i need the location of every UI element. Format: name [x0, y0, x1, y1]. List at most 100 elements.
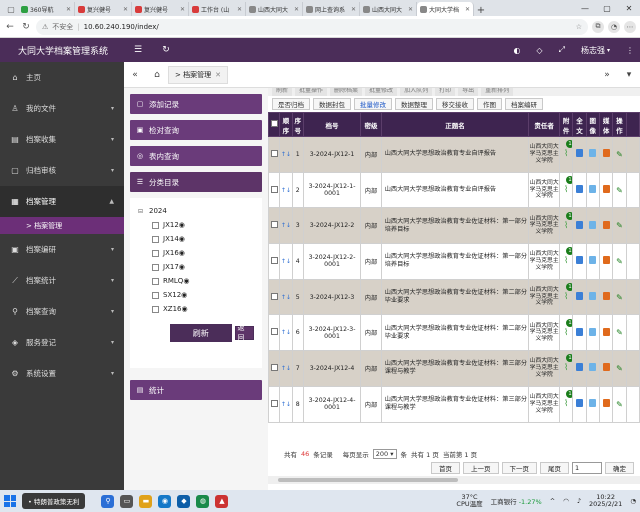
col-title[interactable]: 正题名 [380, 112, 530, 137]
edit-row-icon[interactable]: ✎ [612, 385, 627, 423]
sidebar-item[interactable]: ▢ 归档审核 ▾ [0, 155, 124, 186]
browser-tab[interactable]: 工作台 (山 ✕ [189, 2, 246, 16]
attachment-icon[interactable]: ⌇ 1 [559, 278, 574, 316]
close-tab-icon[interactable]: ✕ [123, 6, 128, 13]
image-icon[interactable] [585, 350, 600, 387]
tree-item[interactable]: XZ16◉ [138, 302, 254, 316]
sort-arrows-icon[interactable]: ↑↓ [279, 278, 293, 316]
attachment-icon[interactable]: ⌇ 1 [559, 385, 574, 423]
tree-checkbox[interactable] [152, 235, 159, 243]
collapse-icon[interactable]: ⊟ [138, 208, 145, 215]
browser-tab[interactable]: 复兴健号 ✕ [132, 2, 189, 16]
image-icon[interactable] [585, 385, 600, 423]
toolbar-button[interactable]: 数据整理 [395, 98, 433, 110]
image-icon[interactable] [585, 136, 600, 173]
toolbar-button[interactable]: 是否归档 [272, 98, 310, 110]
user-menu[interactable]: 杨志强 ▾ [581, 45, 610, 56]
col-code[interactable]: 档号 [302, 112, 362, 137]
sort-arrows-icon[interactable]: ↑↓ [279, 385, 293, 423]
row-checkbox[interactable] [267, 278, 281, 316]
select-all-checkbox[interactable] [267, 112, 281, 137]
clock[interactable]: 10:22 2025/2/21 [589, 494, 622, 508]
back-icon[interactable]: ← [4, 22, 16, 32]
tree-checkbox[interactable] [152, 305, 159, 313]
fulltext-icon[interactable] [572, 136, 587, 173]
fullscreen-icon[interactable]: ⤢ [559, 45, 565, 55]
toolbar-top-button[interactable]: 批量修改 [365, 88, 398, 96]
search-app-icon[interactable]: ⚲ [101, 494, 115, 508]
edit-row-icon[interactable]: ✎ [612, 350, 627, 387]
tree-checkbox[interactable] [152, 291, 159, 299]
page-number-input[interactable]: 1 [572, 462, 602, 474]
table-row[interactable]: ↑↓ 3 3-2024-JX12-2 内部 山西大同大学思想政治教育专业佐证材料：第一部… [267, 207, 640, 245]
extension-icon[interactable]: ⧉ [592, 20, 604, 33]
bookmark-star-icon[interactable]: ☆ [576, 23, 582, 31]
tab-list-icon[interactable]: ▢ [4, 2, 18, 16]
sidebar-item[interactable]: ▤ 档案收集 ▾ [0, 124, 124, 155]
fulltext-icon[interactable] [572, 171, 587, 209]
fulltext-icon[interactable] [572, 350, 587, 387]
attachment-icon[interactable]: ⌇ 1 [559, 314, 574, 352]
col-order[interactable]: 顺序 [279, 112, 293, 137]
edit-row-icon[interactable]: ✎ [612, 314, 627, 352]
browser-tab[interactable]: 大同大学档 ✕ [417, 2, 474, 16]
tabs-menu-icon[interactable]: ▾ [618, 70, 640, 80]
attachment-icon[interactable]: ⌇ 1 [559, 171, 574, 209]
fulltext-icon[interactable] [572, 207, 587, 245]
sidebar-item[interactable]: ♙ 我的文件 ▾ [0, 93, 124, 124]
wechat-icon[interactable]: ◍ [196, 494, 210, 508]
tabs-right-icon[interactable]: » [596, 70, 618, 80]
table-row[interactable]: ↑↓ 4 3-2024-JX12-2-0001 内部 山西大同大学思想政治教育专业佐证材… [267, 243, 640, 280]
tabs-left-icon[interactable]: « [124, 70, 146, 80]
stats-header[interactable]: ▤ 统计 [130, 380, 262, 400]
sidebar-item[interactable]: ⌂ 主页 [0, 62, 124, 93]
close-tab-icon[interactable]: ✕ [408, 6, 413, 13]
edit-row-icon[interactable]: ✎ [612, 243, 627, 280]
toolbar-top-button[interactable]: 导出 [458, 88, 479, 96]
toolbar-top-button[interactable]: 重新排列 [481, 88, 514, 96]
inner-search-header[interactable]: ▣ 检对查询 [130, 120, 262, 140]
sidebar-item[interactable]: ▦ 档案管理 ▲ [0, 186, 124, 217]
sort-arrows-icon[interactable]: ↑↓ [279, 171, 293, 209]
image-icon[interactable] [585, 207, 600, 245]
news-widget[interactable]: • 特朗普政策无利 [22, 493, 86, 509]
row-checkbox[interactable] [267, 171, 281, 209]
row-checkbox[interactable] [267, 385, 281, 423]
edit-row-icon[interactable]: ✎ [612, 278, 627, 316]
browser-tab[interactable]: 360导航 ✕ [18, 2, 75, 16]
media-icon[interactable] [598, 243, 614, 280]
table-row[interactable]: ↑↓ 6 3-2024-JX12-3-0001 内部 山西大同大学思想政治教育专业佐证材… [267, 314, 640, 352]
folder-icon[interactable]: ▬ [139, 494, 153, 508]
col-media[interactable]: 媒体 [598, 112, 614, 137]
image-icon[interactable] [585, 278, 600, 316]
media-icon[interactable] [598, 171, 614, 209]
sidebar-item[interactable]: ▣ 档案编研 ▾ [0, 234, 124, 265]
refresh-button[interactable]: 刷新 [170, 324, 232, 342]
tree-item[interactable]: JX12◉ [138, 218, 254, 232]
sidebar-item[interactable]: ⟋ 档案统计 ▾ [0, 265, 124, 296]
tree-item[interactable]: JX17◉ [138, 260, 254, 274]
toolbar-top-button[interactable]: 删除档案 [330, 88, 363, 96]
media-icon[interactable] [598, 350, 614, 387]
sort-arrows-icon[interactable]: ↑↓ [279, 207, 293, 245]
col-seq[interactable]: 序号 [291, 112, 304, 137]
attachment-icon[interactable]: ⌇ 1 [559, 136, 574, 173]
tree-checkbox[interactable] [152, 263, 159, 271]
edit-row-icon[interactable]: ✎ [612, 171, 627, 209]
media-icon[interactable] [598, 136, 614, 173]
toolbar-top-button[interactable]: 加入队列 [400, 88, 433, 96]
table-row[interactable]: ↑↓ 8 3-2024-JX12-4-0001 内部 山西大同大学思想政治教育专业佐证材… [267, 385, 640, 423]
app-icon[interactable]: ▲ [215, 494, 229, 508]
table-search-header[interactable]: ◎ 表内查询 [130, 146, 262, 166]
browser-menu-icon[interactable]: ⋯ [624, 20, 636, 33]
col-attach[interactable]: 附件 [559, 112, 574, 137]
sort-arrows-icon[interactable]: ↑↓ [279, 314, 293, 352]
horizontal-scrollbar[interactable] [268, 476, 640, 484]
tree-checkbox[interactable] [152, 277, 159, 285]
vscode-icon[interactable]: ◆ [177, 494, 191, 508]
tree-item[interactable]: JX16◉ [138, 246, 254, 260]
fulltext-icon[interactable] [572, 278, 587, 316]
toolbar-button[interactable]: 作图 [477, 98, 502, 110]
row-checkbox[interactable] [267, 207, 281, 245]
new-tab-button[interactable]: + [474, 5, 488, 16]
